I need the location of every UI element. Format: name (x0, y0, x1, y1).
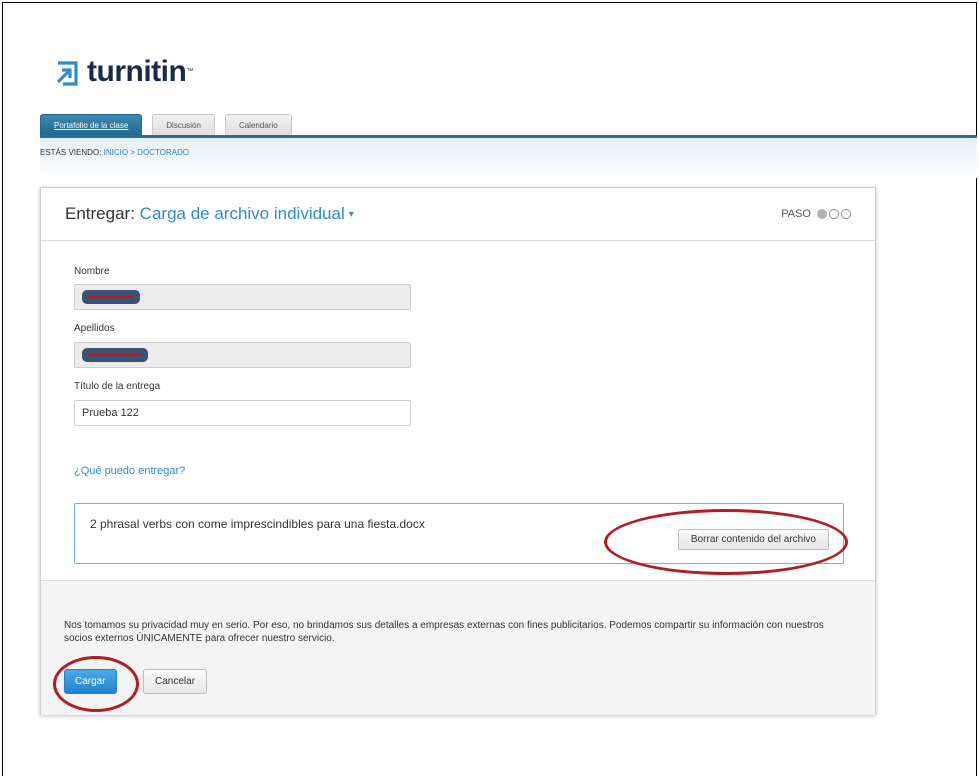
breadcrumb-prefix: ESTÁS VIENDO: (40, 148, 102, 157)
turnitin-logo[interactable]: turnitin™ (55, 57, 193, 87)
trademark-symbol: ™ (186, 68, 193, 75)
breadcrumb: ESTÁS VIENDO: INICIO > DOCTORADO (40, 148, 189, 157)
last-name-label: Apellidos (74, 323, 115, 334)
card-body: Nombre Apellidos Título de la entrega Pr… (41, 241, 875, 579)
breadcrumb-separator: > (128, 148, 138, 157)
cancel-button[interactable]: Cancelar (143, 669, 208, 694)
class-tabs: Portafolio de la clase Discusión Calenda… (40, 114, 292, 135)
step-dot-3 (841, 209, 851, 219)
selected-file-name: 2 phrasal verbs con come imprescindibles… (90, 517, 425, 531)
upload-button[interactable]: Cargar (64, 669, 117, 694)
selected-file-box: 2 phrasal verbs con come imprescindibles… (74, 503, 844, 564)
tab-calendar[interactable]: Calendario (224, 114, 292, 135)
first-name-label: Nombre (74, 266, 110, 277)
step-dot-1 (817, 209, 827, 219)
clear-file-button[interactable]: Borrar contenido del archivo (677, 529, 829, 550)
redaction-mark (82, 290, 140, 304)
submission-title-label: Título de la entrega (74, 381, 161, 392)
tab-class-portfolio[interactable]: Portafolio de la clase (40, 114, 143, 135)
card-header: Entregar: Carga de archivo individual ▾ P… (41, 188, 875, 241)
step-label: PASO (781, 208, 811, 220)
what-can-i-submit-link[interactable]: ¿Qué puedo entregar? (74, 465, 185, 477)
turnitin-arrow-icon (55, 58, 79, 86)
step-dot-2 (829, 209, 839, 219)
header-band (40, 138, 977, 178)
chevron-down-icon[interactable]: ▾ (349, 209, 354, 220)
tab-discussion[interactable]: Discusión (152, 114, 215, 135)
logo-wordmark: turnitin™ (87, 55, 193, 88)
card-title: Entregar: Carga de archivo individual ▾ (65, 204, 354, 224)
card-title-label: Entregar: (65, 204, 135, 223)
breadcrumb-current[interactable]: DOCTORADO (137, 148, 189, 157)
submission-title-input[interactable]: Prueba 122 (74, 400, 411, 426)
card-footer: Nos tomamos su privacidad muy en serio. … (41, 580, 875, 715)
first-name-field (74, 284, 411, 310)
last-name-field (74, 342, 411, 368)
redaction-mark (82, 348, 148, 362)
submission-card: Entregar: Carga de archivo individual ▾ P… (40, 187, 876, 715)
step-indicator: PASO (781, 208, 851, 220)
privacy-notice: Nos tomamos su privacidad muy en serio. … (64, 620, 824, 644)
submission-mode-dropdown[interactable]: Carga de archivo individual (140, 204, 345, 223)
breadcrumb-home-link[interactable]: INICIO (104, 148, 128, 157)
